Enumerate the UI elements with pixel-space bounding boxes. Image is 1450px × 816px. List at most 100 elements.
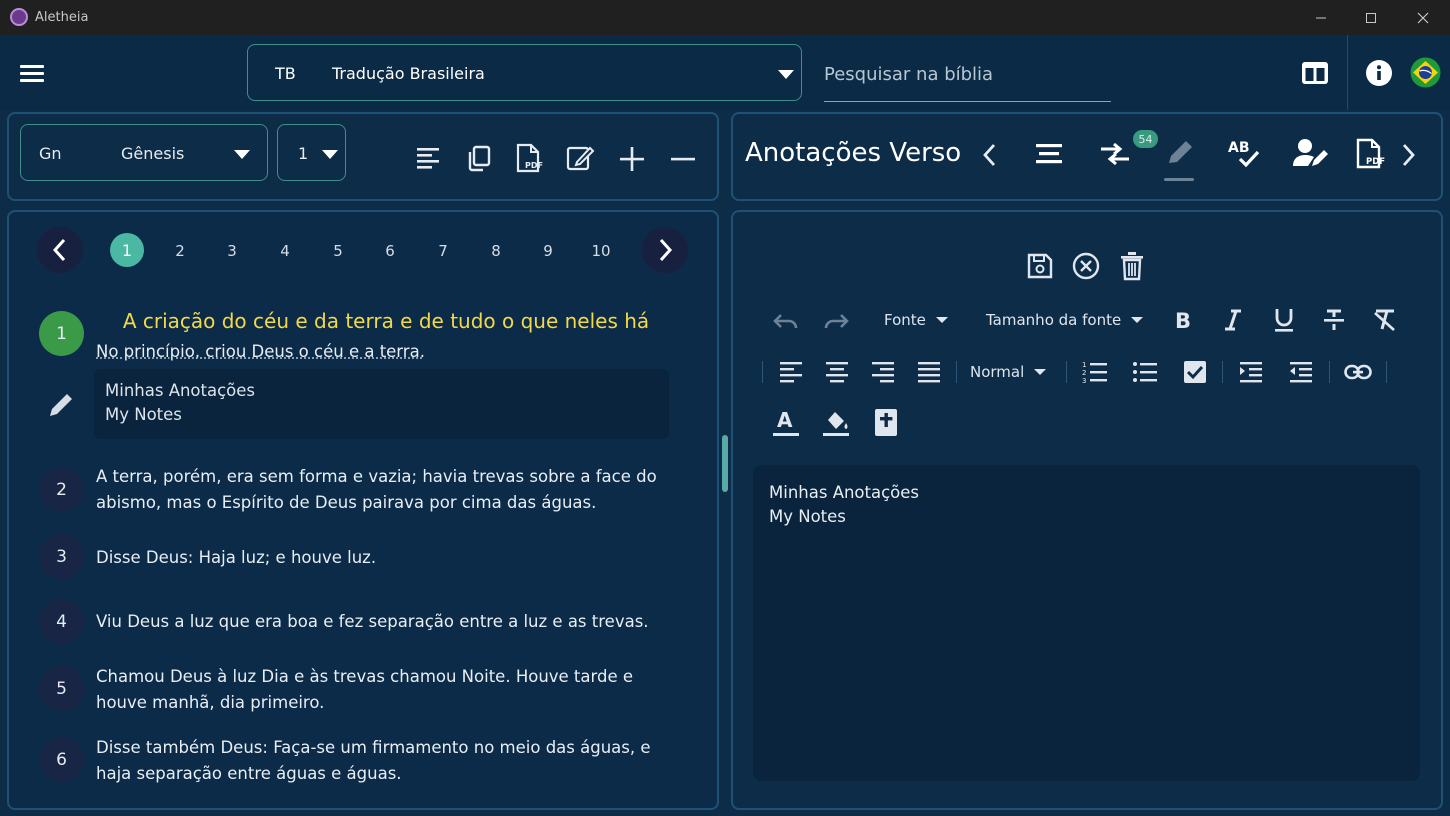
- chevron-down-icon: [935, 317, 948, 323]
- text-align-icon[interactable]: [413, 143, 443, 173]
- verse-number[interactable]: 5: [39, 666, 84, 711]
- cancel-circle-icon[interactable]: [1072, 252, 1100, 280]
- active-tab-indicator: [1164, 178, 1194, 181]
- font-size-label: Tamanho da fonte: [986, 311, 1122, 329]
- align-right-icon[interactable]: [871, 360, 895, 388]
- chapter-tab[interactable]: 10: [584, 242, 618, 260]
- version-abbr: TB: [275, 64, 296, 83]
- chevron-down-icon: [778, 70, 794, 79]
- user-edit-icon[interactable]: [1292, 137, 1330, 173]
- clear-format-icon[interactable]: [1372, 308, 1398, 336]
- next-chapter-button[interactable]: [642, 227, 688, 273]
- indent-decrease-icon[interactable]: [1289, 360, 1313, 388]
- book-select[interactable]: Gn Gênesis: [20, 124, 268, 181]
- align-center-icon[interactable]: [825, 360, 849, 388]
- chapter-tab[interactable]: 2: [163, 242, 197, 260]
- book-name: Gênesis: [121, 144, 185, 163]
- undo-icon[interactable]: [772, 309, 800, 337]
- book-abbr: Gn: [39, 144, 62, 163]
- minimize-button[interactable]: [1296, 0, 1346, 35]
- verse-number[interactable]: 4: [39, 599, 84, 644]
- brazil-flag-language-icon[interactable]: [1410, 57, 1441, 88]
- highlight-color-icon[interactable]: [822, 408, 850, 442]
- verse-text[interactable]: Chamou Deus à luz Dia e às trevas chamou…: [96, 664, 676, 716]
- pdf-export-icon[interactable]: PDF: [1354, 138, 1386, 174]
- previous-chapter-button[interactable]: [37, 227, 83, 273]
- search-placeholder: Pesquisar na bíblia: [824, 64, 994, 85]
- split-view-icon[interactable]: [1301, 61, 1329, 85]
- note-line: My Notes: [105, 405, 182, 424]
- hamburger-menu-icon[interactable]: [20, 65, 44, 83]
- chapter-tab[interactable]: 6: [373, 242, 407, 260]
- delete-trash-icon[interactable]: [1118, 251, 1146, 281]
- font-size-dropdown[interactable]: Tamanho da fonte: [986, 311, 1144, 329]
- cross-reference-icon[interactable]: [1099, 140, 1131, 172]
- chapter-tab[interactable]: 7: [426, 242, 460, 260]
- link-icon[interactable]: [1344, 361, 1372, 387]
- maximize-icon: [1366, 12, 1376, 23]
- close-button[interactable]: [1398, 0, 1448, 35]
- verse-number[interactable]: 2: [39, 467, 84, 512]
- strikethrough-icon[interactable]: [1322, 308, 1346, 336]
- underline-icon[interactable]: [1272, 307, 1296, 337]
- notes-edit-pencil-icon[interactable]: [1163, 138, 1195, 174]
- verse-text[interactable]: No princípio, criou Deus o céu e a terra…: [96, 339, 425, 365]
- verse-text[interactable]: A terra, porém, era sem forma e vazia; h…: [96, 464, 686, 516]
- text-color-icon[interactable]: A: [772, 408, 800, 442]
- spellcheck-icon[interactable]: AB: [1226, 137, 1262, 173]
- bible-search-input[interactable]: Pesquisar na bíblia: [824, 56, 1111, 102]
- annotation-text-editor[interactable]: Minhas Anotações My Notes: [753, 465, 1420, 781]
- verse-number[interactable]: 6: [39, 737, 84, 782]
- info-icon[interactable]: [1365, 59, 1393, 87]
- chevron-right-icon[interactable]: [1400, 142, 1418, 172]
- paragraph-style-dropdown[interactable]: Normal: [970, 363, 1047, 381]
- redo-icon[interactable]: [822, 309, 850, 337]
- chapter-tab[interactable]: 4: [268, 242, 302, 260]
- pencil-icon[interactable]: [47, 389, 77, 423]
- copy-icon[interactable]: [464, 143, 494, 173]
- edit-note-icon[interactable]: [565, 143, 595, 173]
- chevron-down-icon: [1131, 317, 1144, 323]
- chapter-tab[interactable]: 5: [321, 242, 355, 260]
- checklist-checkbox-icon[interactable]: [1183, 360, 1207, 388]
- save-icon[interactable]: [1026, 252, 1054, 280]
- toolbar-divider: [1222, 361, 1223, 383]
- verse-number-selected[interactable]: 1: [39, 311, 84, 356]
- chevron-down-icon: [234, 150, 250, 159]
- header-divider: [1347, 35, 1348, 110]
- verse-number[interactable]: 3: [39, 534, 84, 579]
- note-line: Minhas Anotações: [105, 381, 256, 400]
- chevron-left-icon: [52, 238, 66, 262]
- scrollbar-thumb[interactable]: [722, 435, 728, 492]
- numbered-list-icon[interactable]: 123: [1082, 360, 1108, 388]
- bold-icon[interactable]: B: [1172, 308, 1194, 336]
- zoom-in-plus-icon[interactable]: [617, 144, 647, 174]
- italic-icon[interactable]: [1222, 308, 1244, 336]
- chapter-select[interactable]: 1: [277, 124, 346, 181]
- minimize-icon: [1316, 17, 1326, 18]
- bible-version-select[interactable]: TB Tradução Brasileira: [247, 44, 802, 101]
- list-view-icon[interactable]: [1035, 141, 1063, 171]
- chapter-tab[interactable]: 9: [531, 242, 565, 260]
- chapter-tab[interactable]: 3: [215, 242, 249, 260]
- verse-text[interactable]: Viu Deus a luz que era boa e fez separaç…: [96, 609, 649, 635]
- indent-increase-icon[interactable]: [1239, 360, 1263, 388]
- font-family-label: Fonte: [884, 311, 926, 329]
- font-family-dropdown[interactable]: Fonte: [884, 311, 948, 329]
- chapter-tab[interactable]: 8: [479, 242, 513, 260]
- bible-reference-icon[interactable]: [872, 408, 900, 442]
- verse-note-preview[interactable]: Minhas Anotações My Notes: [94, 369, 669, 439]
- toolbar-divider: [1066, 361, 1067, 383]
- align-left-icon[interactable]: [779, 360, 803, 388]
- verse-text[interactable]: Disse também Deus: Faça-se um firmamento…: [96, 735, 686, 787]
- chevron-left-icon[interactable]: [980, 142, 998, 172]
- bullet-list-icon[interactable]: [1132, 360, 1158, 388]
- svg-text:AB: AB: [1228, 140, 1250, 156]
- pdf-export-icon[interactable]: PDF: [514, 143, 544, 173]
- verse-text[interactable]: Disse Deus: Haja luz; e houve luz.: [96, 545, 376, 571]
- maximize-button[interactable]: [1346, 0, 1396, 35]
- align-justify-icon[interactable]: [917, 360, 941, 388]
- zoom-out-minus-icon[interactable]: [668, 144, 698, 174]
- chevron-down-icon: [1034, 369, 1047, 375]
- chapter-tab-active[interactable]: 1: [110, 233, 144, 267]
